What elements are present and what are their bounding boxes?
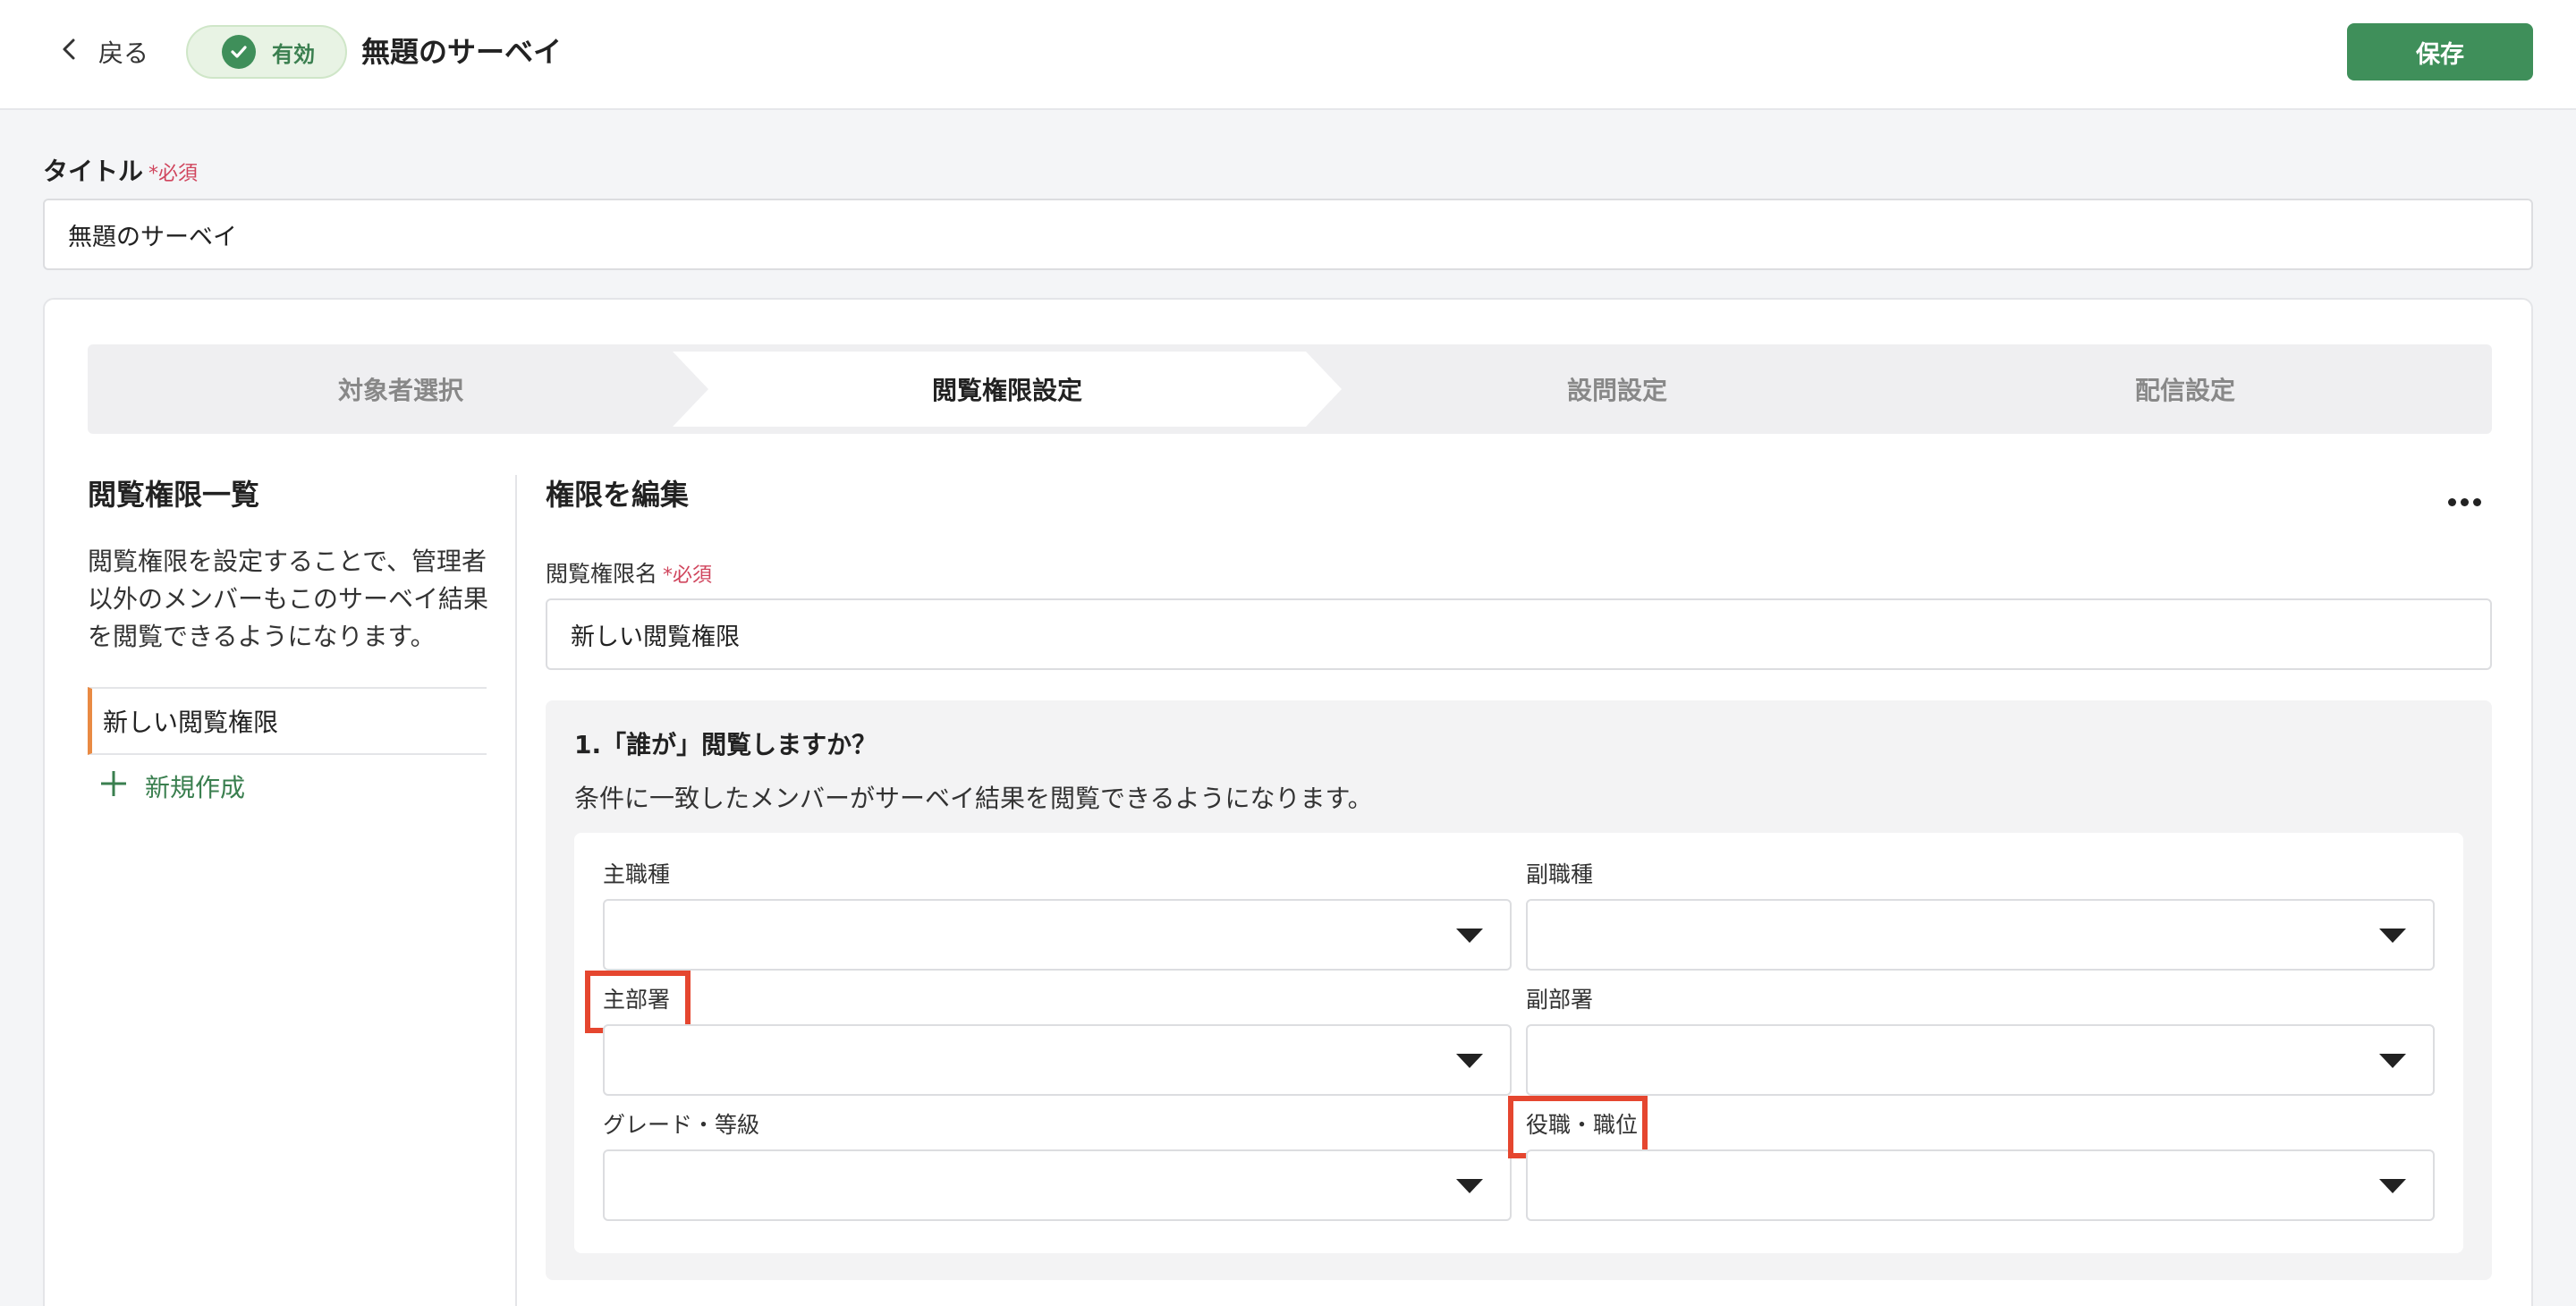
panel-divider xyxy=(515,475,517,1306)
new-permission-button[interactable]: 新規作成 xyxy=(98,767,245,806)
step-question-settings[interactable]: 設問設定 xyxy=(1284,344,1950,434)
stepper: 対象者選択 閲覧権限設定 設問設定 配信設定 xyxy=(88,344,2492,434)
main-job-type-label: 主職種 xyxy=(603,861,671,887)
title-field-label: タイトル *必須 xyxy=(43,156,198,191)
plus-icon xyxy=(98,768,129,805)
required-marker: *必須 xyxy=(663,564,713,587)
edit-permission-title: 権限を編集 xyxy=(546,478,690,512)
back-label: 戻る xyxy=(98,38,149,68)
main-job-type-select[interactable] xyxy=(603,899,1512,971)
new-permission-label: 新規作成 xyxy=(145,773,246,802)
condition-panel: 主職種 副職種 主部署 副部署 グレード・等級 役職・職位 xyxy=(574,833,2463,1253)
page-title: 無題のサーベイ xyxy=(361,35,563,69)
step-target-selection[interactable]: 対象者選択 xyxy=(88,344,714,434)
title-input[interactable]: 無題のサーベイ xyxy=(43,199,2533,270)
step-delivery-settings[interactable]: 配信設定 xyxy=(1878,344,2492,434)
chevron-left-icon xyxy=(57,37,82,68)
more-options-button[interactable] xyxy=(2442,484,2487,520)
title-label-text: タイトル xyxy=(43,157,144,186)
top-bar: 戻る 有効 無題のサーベイ 保存 xyxy=(0,0,2576,110)
check-icon xyxy=(222,35,256,69)
sub-department-select[interactable] xyxy=(1526,1024,2435,1096)
who-description: 条件に一致したメンバーがサーベイ結果を閲覧できるようになります。 xyxy=(574,784,1373,813)
back-button[interactable]: 戻る xyxy=(57,32,148,72)
permission-name-label: 閲覧権限名 *必須 xyxy=(546,559,712,591)
caret-down-icon xyxy=(2379,1054,2406,1068)
save-button[interactable]: 保存 xyxy=(2347,23,2533,81)
main-department-label: 主部署 xyxy=(603,987,671,1013)
list-item[interactable]: 新しい閲覧権限 xyxy=(88,687,487,755)
step-view-permission[interactable]: 閲覧権限設定 xyxy=(674,344,1340,434)
who-condition-section: 1.「誰が」閲覧しますか？ 条件に一致したメンバーがサーベイ結果を閲覧できるよう… xyxy=(546,700,2492,1280)
grade-label: グレード・等級 xyxy=(603,1112,760,1138)
permission-name-label-text: 閲覧権限名 xyxy=(546,561,658,587)
sub-department-label: 副部署 xyxy=(1526,987,1594,1013)
status-label: 有効 xyxy=(272,41,315,67)
sub-job-type-select[interactable] xyxy=(1526,899,2435,971)
caret-down-icon xyxy=(1456,929,1483,943)
permission-list-description: 閲覧権限を設定することで、管理者以外のメンバーもこのサーベイ結果を閲覧できるよう… xyxy=(88,547,489,651)
permission-list-title: 閲覧権限一覧 xyxy=(88,478,260,512)
caret-down-icon xyxy=(2379,929,2406,943)
main-department-select[interactable] xyxy=(603,1024,1512,1096)
who-question: 1.「誰が」閲覧しますか？ xyxy=(574,730,877,759)
caret-down-icon xyxy=(1456,1054,1483,1068)
more-horizontal-icon xyxy=(2447,497,2481,506)
permission-name-input[interactable]: 新しい閲覧権限 xyxy=(546,598,2492,670)
required-marker: *必須 xyxy=(148,163,199,185)
settings-card: 対象者選択 閲覧権限設定 設問設定 配信設定 閲覧権限一覧 閲覧権限を設定するこ… xyxy=(43,298,2533,1306)
sub-job-type-label: 副職種 xyxy=(1526,861,1594,887)
caret-down-icon xyxy=(2379,1179,2406,1193)
grade-select[interactable] xyxy=(603,1149,1512,1221)
status-badge: 有効 xyxy=(186,25,347,79)
position-label: 役職・職位 xyxy=(1526,1112,1639,1138)
caret-down-icon xyxy=(1456,1179,1483,1193)
position-select[interactable] xyxy=(1526,1149,2435,1221)
